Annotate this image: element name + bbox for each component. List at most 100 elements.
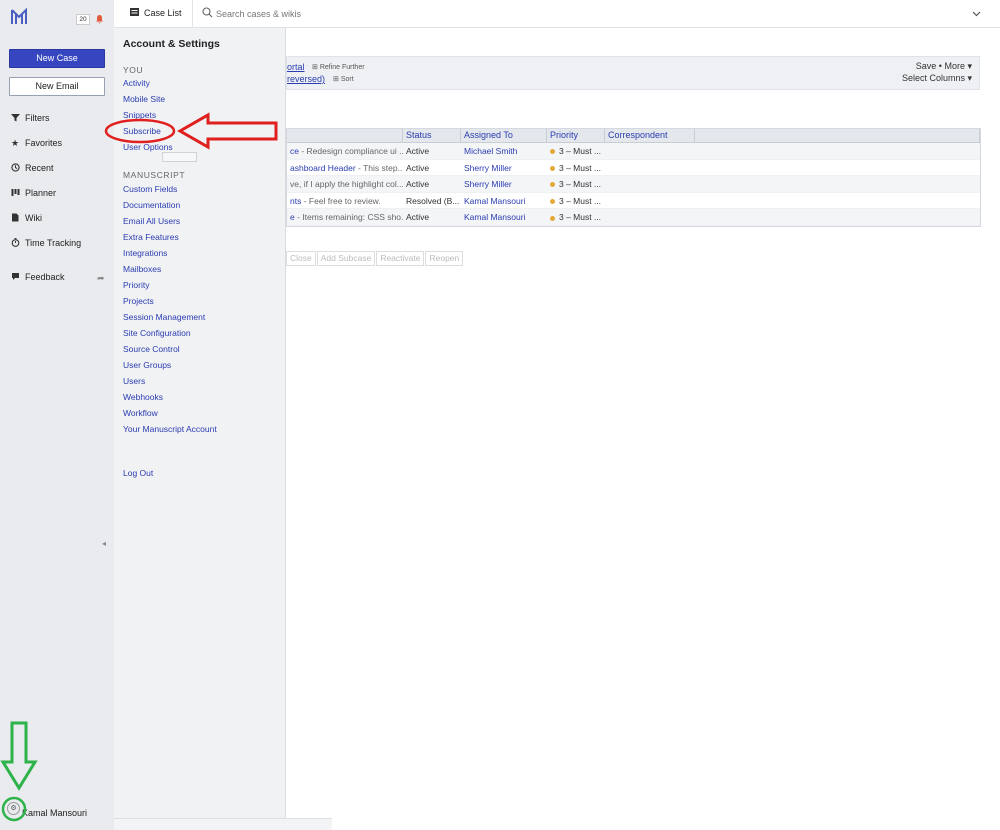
case-title[interactable]: nts - Feel free to review. [287,193,403,209]
add-subcase-button[interactable]: Add Subcase [316,251,376,266]
refine-further-button[interactable]: ⊞ Refine Further [312,63,365,71]
column-header-correspondent[interactable]: Correspondent [605,129,695,142]
table-row[interactable]: e - Items remaining: CSS sho... Active Kam… [287,209,980,226]
nav-item-favorites[interactable]: ★ Favorites [10,136,62,150]
nav-item-recent[interactable]: Recent [10,161,54,175]
case-title-link[interactable]: ashboard Header [290,163,356,173]
column-header-priority[interactable]: Priority [547,129,605,142]
case-title-link[interactable]: ce [290,146,299,156]
menu-item-user-options[interactable]: User Options [123,142,173,152]
notification-count-badge[interactable]: 20 [76,14,90,25]
bell-icon[interactable] [95,14,104,24]
account-settings-panel: Account & Settings YOU Activity Mobile S… [114,28,286,818]
new-case-button[interactable]: New Case [9,49,105,68]
case-actions: Close Add Subcase Reactivate Reopen [286,251,464,266]
reopen-button[interactable]: Reopen [425,251,464,266]
user-avatar[interactable]: ⚙ [7,802,20,815]
menu-item-your-manuscript-account[interactable]: Your Manuscript Account [123,424,217,434]
case-assigned-to[interactable]: Kamal Mansouri [461,193,547,209]
case-status: Active [406,179,430,190]
case-correspondent [605,193,695,209]
reactivate-button[interactable]: Reactivate [376,251,425,266]
case-title-link[interactable]: nts [290,196,301,206]
section-you-heading: YOU [123,65,144,75]
bottom-strip [114,818,332,830]
case-status: Active [406,162,430,173]
menu-item-user-groups[interactable]: User Groups [123,360,171,370]
select-columns-label: Select Columns [901,73,965,83]
filter-icon [10,113,20,124]
save-more-menu[interactable]: Save • More ▾ [916,61,972,72]
nav-item-feedback[interactable]: Feedback [10,270,65,284]
manuscript-logo-icon[interactable] [10,7,28,26]
menu-item-session-management[interactable]: Session Management [123,312,205,322]
case-title[interactable]: ve, if I apply the highlight col... [287,176,403,192]
menu-item-snippets[interactable]: Snippets [123,110,156,120]
nav-item-label: Recent [25,163,54,173]
case-title-excerpt: - Items remaining: CSS sho... [294,212,403,223]
search-input[interactable] [216,7,516,21]
menu-item-site-configuration[interactable]: Site Configuration [123,328,191,338]
table-row[interactable]: nts - Feel free to review. Resolved (B...… [287,193,980,210]
menu-item-activity[interactable]: Activity [123,78,150,88]
menu-item-users[interactable]: Users [123,376,145,386]
priority-dot-icon [550,149,555,155]
case-correspondent [605,209,695,225]
nav-item-time-tracking[interactable]: Time Tracking [10,236,81,250]
case-title[interactable]: e - Items remaining: CSS sho... [287,209,403,225]
case-correspondent [605,160,695,176]
table-row[interactable]: ashboard Header - This step... Active Sher… [287,160,980,177]
menu-item-custom-fields[interactable]: Custom Fields [123,184,177,194]
case-priority: 3 – Must ... [547,209,605,225]
table-row[interactable]: ce - Redesign compliance ui ... Active Mic… [287,143,980,160]
nav-item-label: Favorites [25,138,63,148]
collapse-arrow-icon[interactable]: ◂ [102,539,106,548]
case-title-excerpt: ve, if I apply the highlight col... [290,179,403,190]
case-assigned-to[interactable]: Sherry Miller [461,160,547,176]
nav-item-filters[interactable]: Filters [10,111,50,125]
menu-item-workflow[interactable]: Workflow [123,408,158,418]
search-icon[interactable] [202,7,213,18]
nav-item-planner[interactable]: Planner [10,186,56,200]
priority-dot-icon [550,165,555,171]
tab-case-list[interactable]: Case List [130,8,182,18]
user-name[interactable]: Kamal Mansouri [22,808,87,818]
sort-order-link[interactable]: reversed) [287,74,325,84]
menu-item-source-control[interactable]: Source Control [123,344,180,354]
menu-item-webhooks[interactable]: Webhooks [123,392,163,402]
menu-item-documentation[interactable]: Documentation [123,200,180,210]
history-icon [10,162,20,174]
filter-link[interactable]: ortal [287,62,305,72]
menu-item-email-all-users[interactable]: Email All Users [123,216,180,226]
sort-button[interactable]: ⊞ Sort [333,75,354,83]
case-status: Resolved (B... [406,195,460,206]
menu-item-subscribe[interactable]: Subscribe [123,126,161,136]
panel-title: Account & Settings [123,38,220,50]
case-assigned-to[interactable]: Kamal Mansouri [461,209,547,225]
new-email-button[interactable]: New Email [9,77,105,96]
column-header-assigned-to[interactable]: Assigned To [461,129,547,142]
menu-item-priority[interactable]: Priority [123,280,149,290]
case-assigned-to[interactable]: Michael Smith [461,143,547,159]
menu-item-log-out[interactable]: Log Out [123,468,153,478]
column-header-status[interactable]: Status [403,129,461,142]
column-header-title[interactable] [287,129,403,142]
menu-item-mobile-site[interactable]: Mobile Site [123,94,165,104]
close-button[interactable]: Close [286,251,316,266]
table-row[interactable]: ve, if I apply the highlight col... Activ… [287,176,980,193]
select-columns-menu[interactable]: Select Columns ▾ [902,73,972,84]
menu-item-projects[interactable]: Projects [123,296,154,306]
menu-item-integrations[interactable]: Integrations [123,248,167,258]
menu-item-mailboxes[interactable]: Mailboxes [123,264,161,274]
priority-dot-icon [550,215,555,221]
star-icon: ★ [10,137,20,148]
list-icon [130,8,139,18]
case-table: Status Assigned To Priority Corresponden… [286,128,981,227]
nav-item-wiki[interactable]: Wiki [10,211,42,225]
case-title[interactable]: ce - Redesign compliance ui ... [287,143,403,159]
wiki-icon [10,213,20,224]
case-assigned-to[interactable]: Sherry Miller [461,176,547,192]
menu-item-extra-features[interactable]: Extra Features [123,232,179,242]
case-title[interactable]: ashboard Header - This step... [287,160,403,176]
chevron-down-icon[interactable] [972,9,981,19]
